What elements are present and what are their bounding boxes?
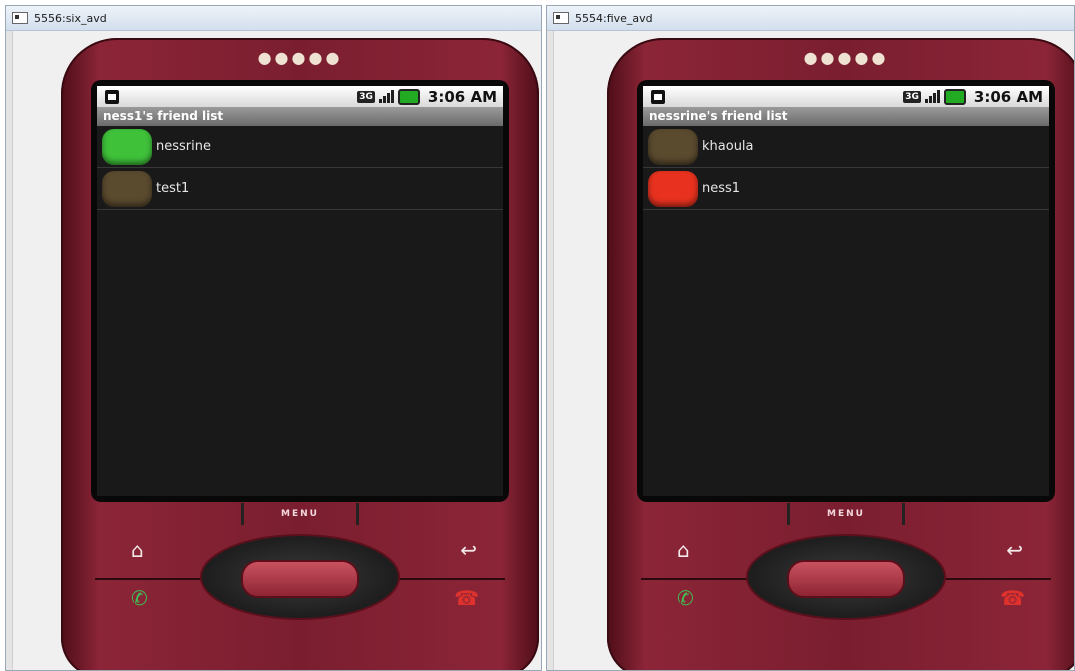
screen-bezel: 3G 3:06 AM nessrine's friend list khaoul…	[637, 80, 1055, 502]
menu-button[interactable]: MENU	[241, 503, 359, 525]
friend-row[interactable]: test1	[97, 168, 503, 210]
offline-status-indicator	[648, 128, 698, 165]
battery-icon	[397, 88, 420, 105]
trackball-button[interactable]	[241, 560, 359, 598]
menu-button[interactable]: MENU	[787, 503, 905, 525]
window-title: 5554:five_avd	[575, 11, 653, 25]
app-window-icon	[553, 12, 569, 24]
sim-icon	[105, 89, 119, 104]
home-icon[interactable]: ⌂	[131, 538, 144, 562]
emulator-window-five-avd: 5554:five_avd ●●●●● 3G 3:06 AM nessrine'…	[546, 5, 1075, 671]
friend-list-title: ness1's friend list	[97, 107, 503, 126]
window-titlebar[interactable]: 5554:five_avd	[547, 6, 1074, 31]
status-clock: 3:06 AM	[973, 87, 1043, 106]
call-icon[interactable]: ✆	[677, 586, 694, 610]
friend-row[interactable]: khaoula	[643, 126, 1049, 168]
device-screen[interactable]: 3G 3:06 AM nessrine's friend list khaoul…	[643, 86, 1049, 496]
trackball-ring	[202, 536, 398, 618]
friend-row[interactable]: nessrine	[97, 126, 503, 168]
signal-icon	[378, 90, 394, 103]
status-bar: 3G 3:06 AM	[643, 86, 1049, 107]
busy-status-indicator	[648, 170, 698, 207]
network-type-icon: 3G	[903, 90, 921, 103]
trackball-button[interactable]	[787, 560, 905, 598]
back-icon[interactable]: ↩	[1006, 538, 1023, 562]
friend-name: nessrine	[156, 139, 211, 154]
home-icon[interactable]: ⌂	[677, 538, 690, 562]
device-frame: ●●●●● 3G 3:06 AM ness1's friend list nes…	[61, 38, 539, 670]
device-screen[interactable]: 3G 3:06 AM ness1's friend list nessrine	[97, 86, 503, 496]
screen-bezel: 3G 3:06 AM ness1's friend list nessrine	[91, 80, 509, 502]
emulator-window-six-avd: 5556:six_avd ●●●●● 3G 3:06 AM ness1's fr…	[5, 5, 542, 671]
friend-name: test1	[156, 181, 190, 196]
window-title: 5556:six_avd	[34, 11, 107, 25]
window-edge	[547, 31, 554, 670]
speaker-grille: ●●●●●	[803, 48, 889, 67]
window-titlebar[interactable]: 5556:six_avd	[6, 6, 541, 31]
offline-status-indicator	[102, 170, 152, 207]
end-call-icon[interactable]: ☎	[1000, 586, 1025, 610]
device-frame: ●●●●● 3G 3:06 AM nessrine's friend list	[607, 38, 1074, 670]
friend-row[interactable]: ness1	[643, 168, 1049, 210]
signal-icon	[924, 90, 940, 103]
battery-icon	[943, 88, 966, 105]
online-status-indicator	[102, 128, 152, 165]
speaker-grille: ●●●●●	[257, 48, 343, 67]
friend-name: khaoula	[702, 139, 754, 154]
status-bar: 3G 3:06 AM	[97, 86, 503, 107]
sim-icon	[651, 89, 665, 104]
back-icon[interactable]: ↩	[460, 538, 477, 562]
end-call-icon[interactable]: ☎	[454, 586, 479, 610]
call-icon[interactable]: ✆	[131, 586, 148, 610]
friend-list-title: nessrine's friend list	[643, 107, 1049, 126]
network-type-icon: 3G	[357, 90, 375, 103]
status-clock: 3:06 AM	[427, 87, 497, 106]
window-edge	[6, 31, 13, 670]
app-window-icon	[12, 12, 28, 24]
friend-name: ness1	[702, 181, 741, 196]
trackball-ring	[748, 536, 944, 618]
